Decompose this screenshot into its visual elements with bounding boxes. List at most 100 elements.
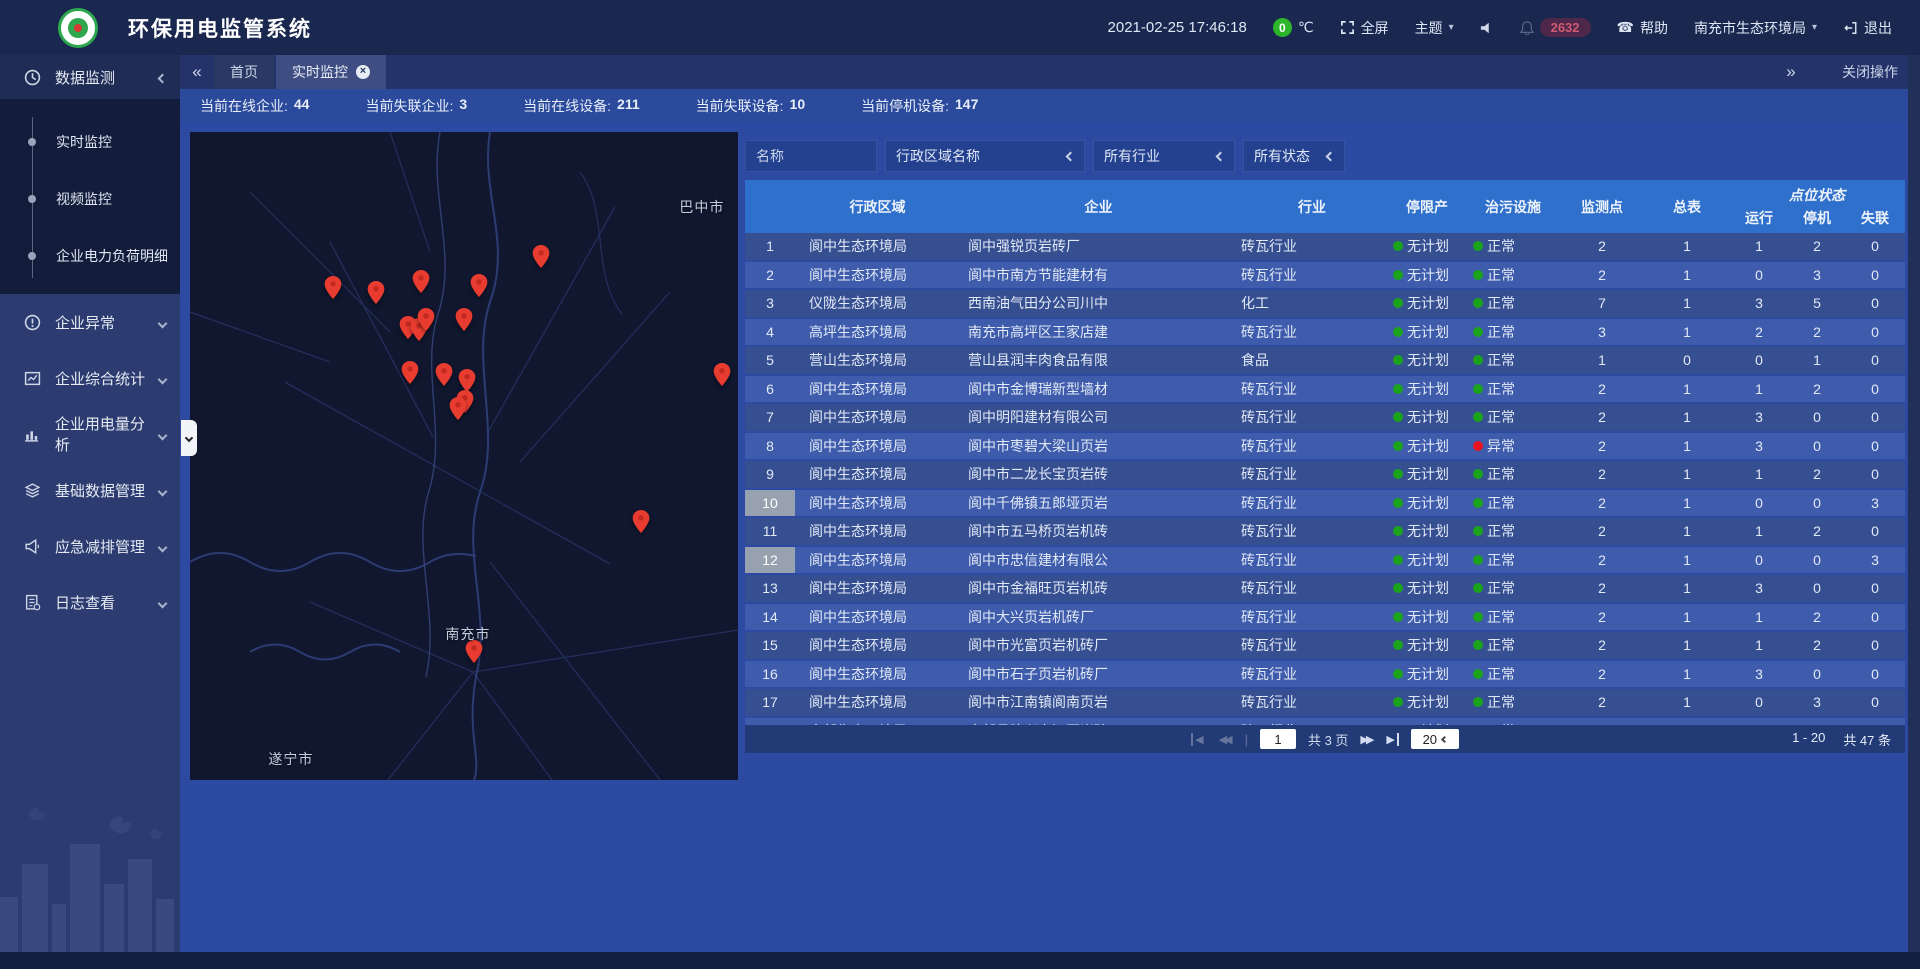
first-page-button[interactable]: ◀ — [1191, 733, 1206, 746]
sidebar-item-data-monitoring[interactable]: 数据监测 — [0, 55, 180, 99]
cell-stop-limit: 无计划 — [1387, 547, 1467, 574]
sidebar-item-base-data-management[interactable]: 基础数据管理 — [0, 462, 180, 518]
prev-page-button[interactable]: ◀◀ — [1219, 733, 1233, 746]
table-row[interactable]: 7阆中生态环境局阆中明阳建材有限公司砖瓦行业无计划正常21300 — [745, 404, 1905, 433]
cell-stopped: 2 — [1789, 319, 1845, 346]
map-pin[interactable] — [413, 270, 430, 293]
table-row[interactable]: 14阆中生态环境局阆中大兴页岩机砖厂砖瓦行业无计划正常21120 — [745, 604, 1905, 633]
map-pin[interactable] — [401, 361, 418, 384]
map-canvas[interactable]: 巴中市南充市遂宁市 — [190, 132, 738, 780]
tab-home[interactable]: 首页 — [214, 55, 274, 89]
table-row[interactable]: 17阆中生态环境局阆中市江南镇阆南页岩砖瓦行业无计划正常21030 — [745, 689, 1905, 718]
status-dot — [1393, 498, 1403, 508]
org-dropdown[interactable]: 南充市生态环境局▾ — [1694, 18, 1817, 38]
sidebar-item-power-usage-analysis[interactable]: 企业用电量分析 — [0, 406, 180, 462]
tabs-scroll-left-button[interactable]: « — [180, 55, 214, 89]
map-pin[interactable] — [367, 281, 384, 304]
map-pin[interactable] — [436, 363, 453, 386]
table-header: 行政区域 企业 行业 停限产 治污设施 监测点 总表 点位状态 运行 停机 失联 — [745, 180, 1905, 233]
status-filter-select[interactable]: 所有状态 — [1243, 140, 1345, 172]
status-dot — [1393, 583, 1403, 593]
cell-monitor-points: 2 — [1559, 376, 1645, 403]
cell-disconnected: 3 — [1845, 547, 1905, 574]
tab-realtime-monitoring[interactable]: 实时监控 × — [276, 55, 386, 89]
row-number: 3 — [745, 290, 795, 317]
stats-bar: 当前在线企业:44 当前失联企业:3 当前在线设备:211 当前失联设备:10 … — [180, 89, 1920, 122]
cell-disconnected: 0 — [1845, 404, 1905, 431]
sidebar-item-log-view[interactable]: 日志查看 — [0, 574, 180, 630]
map-pin[interactable] — [418, 308, 435, 331]
sidebar-item-video-monitoring[interactable]: 视频监控 — [0, 170, 180, 227]
close-operations-button[interactable]: 关闭操作 — [1842, 62, 1898, 82]
stat-offline-enterprises: 当前失联企业:3 — [365, 96, 467, 116]
next-page-button[interactable]: ▶▶ — [1360, 733, 1374, 746]
fullscreen-button[interactable]: 全屏 — [1340, 18, 1389, 38]
tabs-scroll-right-button[interactable]: » — [1774, 62, 1808, 82]
table-row[interactable]: 6阆中生态环境局阆中市金博瑞新型墙材砖瓦行业无计划正常21120 — [745, 376, 1905, 405]
close-tab-icon[interactable]: × — [356, 65, 370, 79]
table-row[interactable]: 15阆中生态环境局阆中市光富页岩机砖厂砖瓦行业无计划正常21120 — [745, 632, 1905, 661]
cell-company: 阆中市枣碧大梁山页岩 — [960, 433, 1237, 460]
cell-industry: 砖瓦行业 — [1237, 461, 1387, 488]
table-row[interactable]: 16阆中生态环境局阆中市石子页岩机砖厂砖瓦行业无计划正常21300 — [745, 661, 1905, 690]
sidebar-collapse-handle[interactable] — [181, 420, 197, 456]
map-pin[interactable] — [449, 397, 466, 420]
name-filter[interactable] — [745, 140, 877, 172]
region-filter-select[interactable]: 行政区域名称 — [885, 140, 1085, 172]
stat-online-enterprises: 当前在线企业:44 — [200, 96, 309, 116]
logout-button[interactable]: 退出 — [1843, 18, 1892, 38]
table-row[interactable]: 13阆中生态环境局阆中市金福旺页岩机砖砖瓦行业无计划正常21300 — [745, 575, 1905, 604]
cell-stop-limit: 无计划 — [1387, 604, 1467, 631]
map-pin[interactable] — [325, 276, 342, 299]
cell-running: 0 — [1729, 689, 1789, 716]
cell-stopped: 2 — [1789, 233, 1845, 260]
map-pin[interactable] — [633, 510, 650, 533]
industry-filter-select[interactable]: 所有行业 — [1093, 140, 1235, 172]
cell-company: 阆中市江南镇阆南页岩 — [960, 689, 1237, 716]
bar-chart-icon — [22, 426, 42, 443]
cell-monitor-points: 2 — [1559, 518, 1645, 545]
page-size-select[interactable]: 20 — [1411, 729, 1459, 749]
cell-master-meter: 1 — [1645, 604, 1729, 631]
table-row[interactable]: 11阆中生态环境局阆中市五马桥页岩机砖砖瓦行业无计划正常21120 — [745, 518, 1905, 547]
map-pin[interactable] — [470, 274, 487, 297]
scrollbar-track[interactable] — [1908, 55, 1920, 952]
last-page-button[interactable]: ▶ — [1386, 733, 1398, 746]
sidebar-item-power-load-detail[interactable]: 企业电力负荷明细 — [0, 227, 180, 284]
sidebar-item-emergency-reduction[interactable]: 应急减排管理 — [0, 518, 180, 574]
table-row[interactable]: 4高坪生态环境局南充市高坪区王家店建砖瓦行业无计划正常31220 — [745, 319, 1905, 348]
map-pin[interactable] — [533, 245, 550, 268]
map-pin[interactable] — [713, 363, 730, 386]
cell-company: 西南油气田分公司川中 — [960, 290, 1237, 317]
cell-running: 2 — [1729, 319, 1789, 346]
cell-region: 阆中生态环境局 — [795, 689, 960, 716]
theme-dropdown[interactable]: 主题▾ — [1415, 18, 1454, 38]
table-row[interactable]: 1阆中生态环境局阆中强锐页岩砖厂砖瓦行业无计划正常21120 — [745, 233, 1905, 262]
table-row[interactable]: 2阆中生态环境局阆中市南方节能建材有砖瓦行业无计划正常21030 — [745, 262, 1905, 291]
sidebar-item-enterprise-statistics[interactable]: 企业综合统计 — [0, 350, 180, 406]
page-number-input[interactable] — [1260, 729, 1296, 749]
cell-disconnected: 0 — [1845, 262, 1905, 289]
table-row[interactable]: 9阆中生态环境局阆中市二龙长宝页岩砖砖瓦行业无计划正常21120 — [745, 461, 1905, 490]
table-row[interactable]: 10阆中生态环境局阆中千佛镇五郎垭页岩砖瓦行业无计划正常21003 — [745, 490, 1905, 519]
table-row[interactable]: 12阆中生态环境局阆中市忠信建材有限公砖瓦行业无计划正常21003 — [745, 547, 1905, 576]
volume-button[interactable] — [1480, 21, 1494, 35]
cell-industry: 化工 — [1237, 290, 1387, 317]
cell-industry: 砖瓦行业 — [1237, 376, 1387, 403]
table-row[interactable]: 5营山生态环境局营山县润丰肉食品有限食品无计划正常10010 — [745, 347, 1905, 376]
sidebar-item-enterprise-abnormal[interactable]: 企业异常 — [0, 294, 180, 350]
alert-circle-icon — [22, 314, 42, 331]
map-pin[interactable] — [458, 369, 475, 392]
cell-disconnected: 0 — [1845, 347, 1905, 374]
cell-master-meter: 1 — [1645, 661, 1729, 688]
cell-stop-limit: 无计划 — [1387, 319, 1467, 346]
table-row[interactable]: 3仪陇生态环境局西南油气田分公司川中化工无计划正常71350 — [745, 290, 1905, 319]
map-pin[interactable] — [456, 308, 473, 331]
name-filter-input[interactable] — [756, 148, 866, 164]
notifications-button[interactable]: 2632 — [1520, 18, 1591, 37]
cell-region: 阆中生态环境局 — [795, 575, 960, 602]
table-row[interactable]: 8阆中生态环境局阆中市枣碧大梁山页岩砖瓦行业无计划异常21300 — [745, 433, 1905, 462]
megaphone-icon — [22, 538, 42, 555]
sidebar-item-realtime-monitoring[interactable]: 实时监控 — [0, 113, 180, 170]
help-button[interactable]: ☎ 帮助 — [1617, 18, 1668, 38]
